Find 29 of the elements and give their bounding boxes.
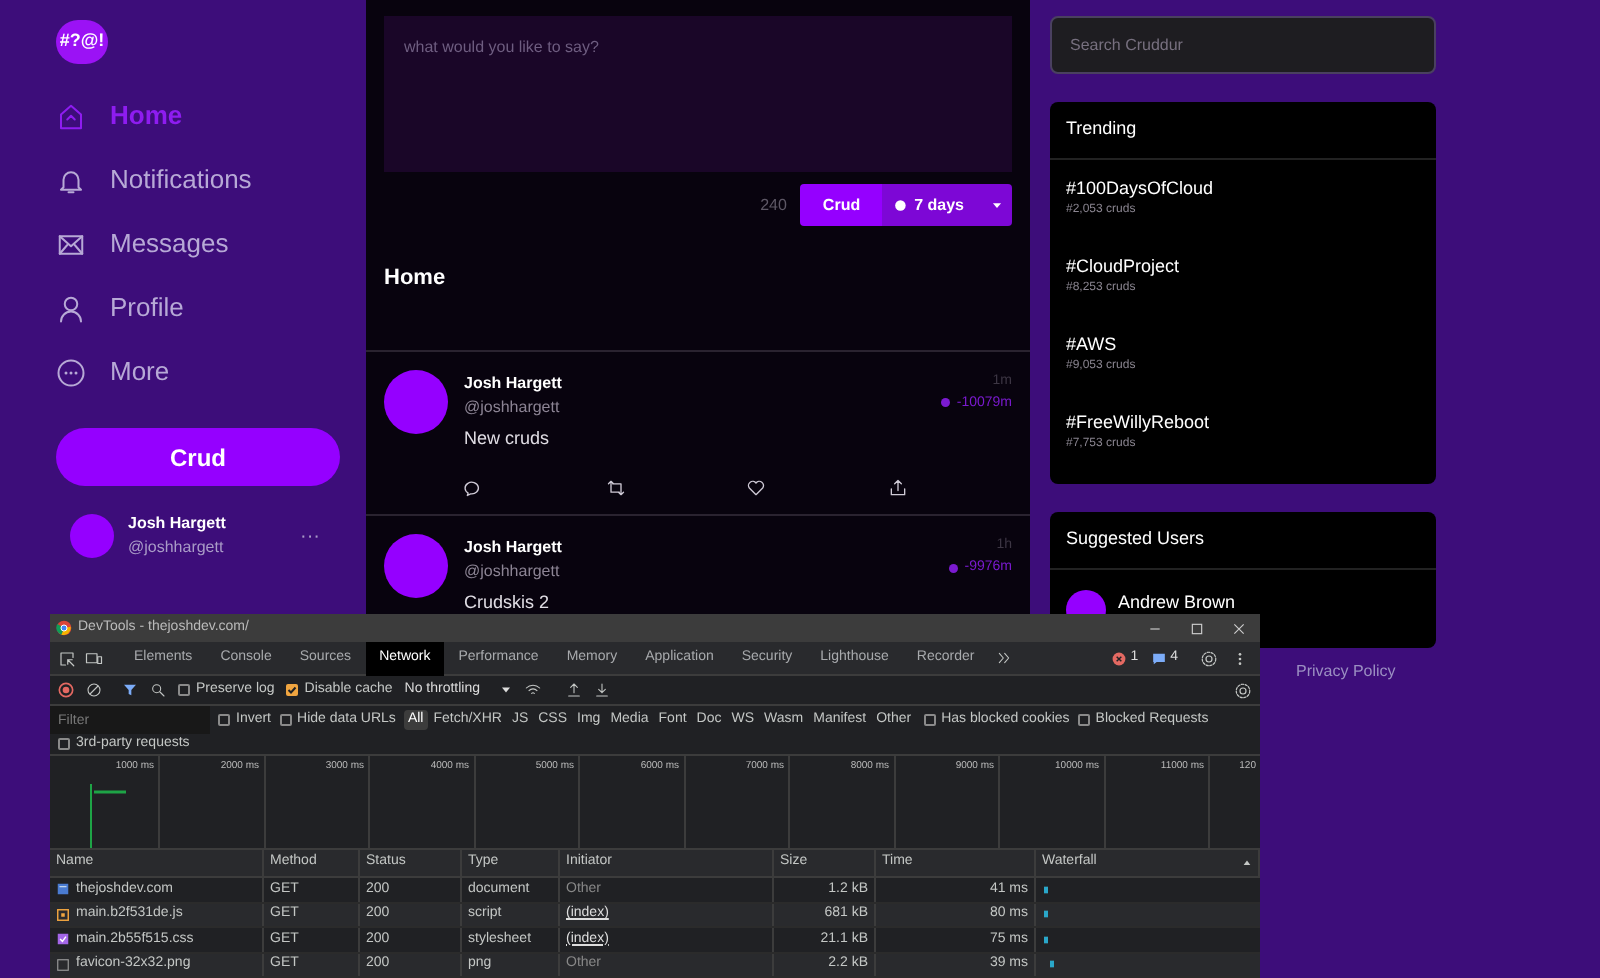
trend-tag[interactable]: #CloudProject: [1066, 256, 1420, 278]
card-title: Suggested Users: [1050, 512, 1436, 570]
post-handle: @joshhargett: [464, 395, 562, 419]
feed-title: Home: [384, 264, 448, 294]
post-text: New cruds: [464, 425, 552, 451]
nav-item[interactable]: More: [56, 340, 340, 404]
char-count: 240: [760, 193, 787, 217]
privacy-policy-link[interactable]: Privacy Policy: [1296, 660, 1580, 684]
card-title: Trending: [1050, 102, 1436, 160]
search-field[interactable]: Search Cruddur: [1050, 16, 1436, 74]
post-text: Crudskis 2: [464, 590, 552, 614]
crud-button[interactable]: Crud: [56, 428, 340, 486]
post-handle: @joshhargett: [464, 560, 562, 584]
expiry-dropdown[interactable]: 7 days: [882, 184, 1012, 226]
nav-item[interactable]: Profile: [56, 276, 340, 340]
crud-submit-button[interactable]: Crud: [800, 184, 883, 226]
trend-tag[interactable]: #100DaysOfCloud: [1066, 178, 1420, 200]
logo[interactable]: #?@!: [56, 20, 108, 64]
post-author: Josh Hargett: [464, 371, 562, 395]
user-handle: @joshhargett: [128, 536, 226, 560]
nav-item[interactable]: Messages: [56, 212, 340, 276]
trend-tag[interactable]: #AWS: [1066, 334, 1420, 356]
more-menu[interactable]: ···: [300, 521, 320, 551]
suggested-user-name[interactable]: Andrew Brown: [1118, 590, 1236, 617]
user-name: Josh Hargett: [128, 512, 226, 536]
post-field[interactable]: what would you like to say?: [384, 16, 1012, 172]
post-author: Josh Hargett: [464, 536, 562, 560]
trend-tag[interactable]: #FreeWillyReboot: [1066, 412, 1420, 434]
nav-item[interactable]: Notifications: [56, 148, 340, 212]
